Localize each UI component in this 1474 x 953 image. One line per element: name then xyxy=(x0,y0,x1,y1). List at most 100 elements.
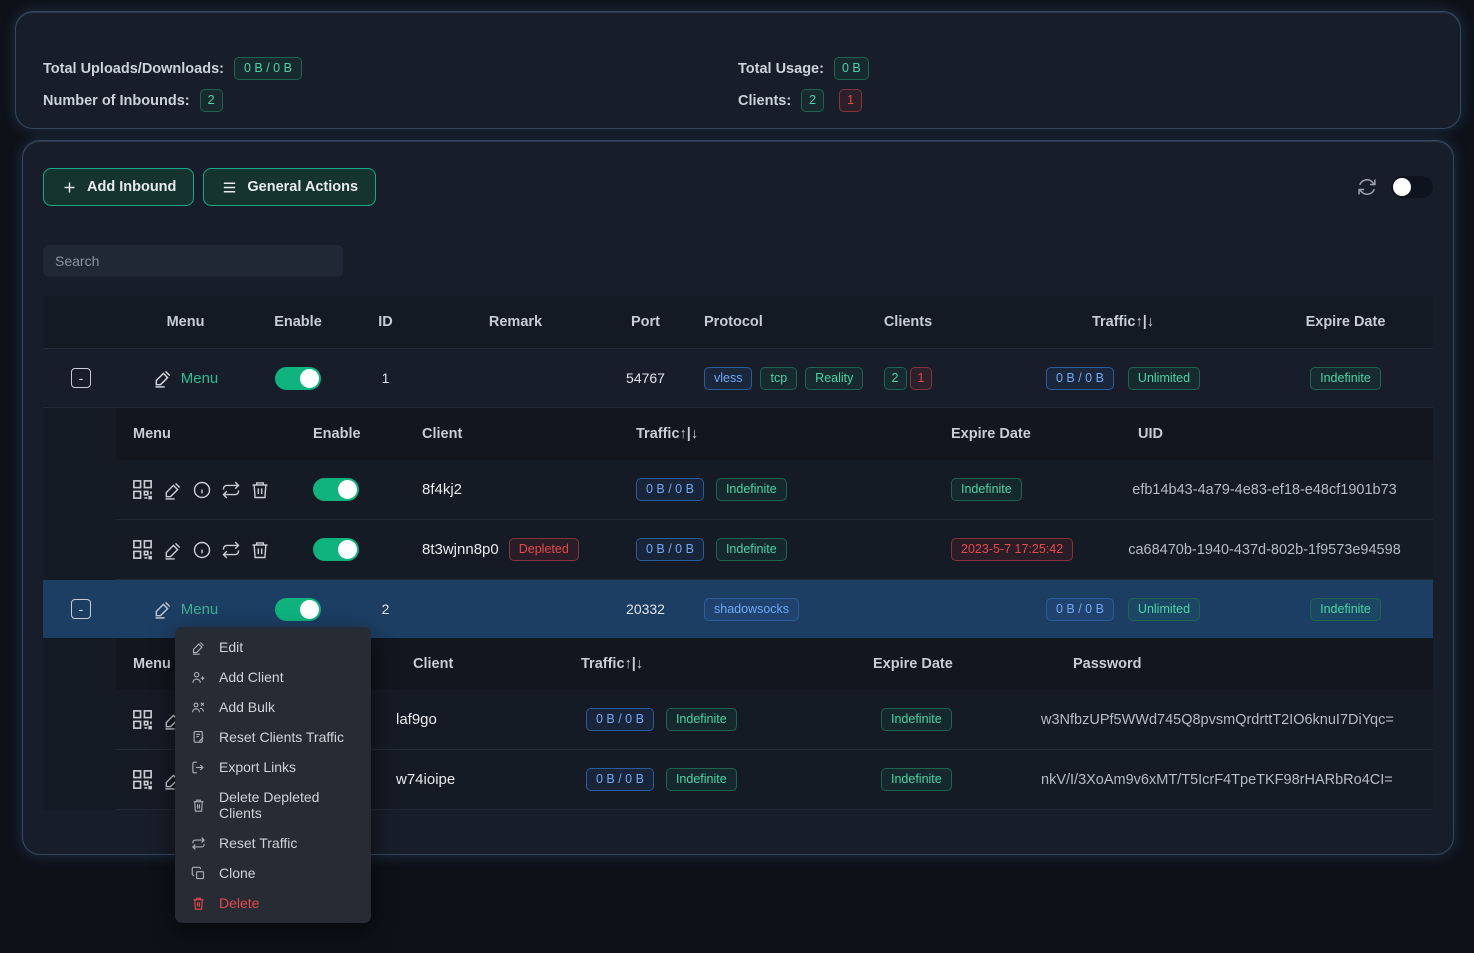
menu-item-export-links[interactable]: Export Links xyxy=(175,752,371,782)
general-actions-button[interactable]: General Actions xyxy=(203,168,376,206)
traffic-tag: 0 B / 0 B xyxy=(586,708,654,731)
header-menu: Menu xyxy=(116,426,301,442)
menu-item-delete[interactable]: Delete xyxy=(175,888,371,918)
qrcode-icon[interactable] xyxy=(131,708,154,731)
traffic-limit-tag: Indefinite xyxy=(666,708,737,731)
reset-traffic-icon[interactable] xyxy=(221,540,241,560)
search-input[interactable] xyxy=(43,245,343,277)
delete-client-icon[interactable] xyxy=(250,480,270,500)
client-traffic: 0 B / 0 B Indefinite xyxy=(606,478,896,501)
clients-table-1-header: Menu Enable Client Traffic↑|↓ Expire Dat… xyxy=(116,408,1433,460)
expire-tag: Indefinite xyxy=(1310,367,1381,390)
user-add-icon xyxy=(191,670,206,685)
traffic-tag: 0 B / 0 B xyxy=(636,478,704,501)
client-uid: ca68470b-1940-437d-802b-1f9573e94598 xyxy=(1096,542,1433,558)
inbound-1-clients-table: Menu Enable Client Traffic↑|↓ Expire Dat… xyxy=(43,408,1433,580)
header-enable: Enable xyxy=(253,314,343,330)
header-traffic[interactable]: Traffic↑|↓ xyxy=(551,656,841,672)
menu-label: Menu xyxy=(181,601,219,618)
stat-number-inbounds-value: 2 xyxy=(200,89,223,112)
protocol-tag: tcp xyxy=(760,367,797,390)
edit-client-icon[interactable] xyxy=(163,540,183,560)
expire-tag: Indefinite xyxy=(951,478,1022,501)
collapse-row-button[interactable]: - xyxy=(71,599,91,619)
menu-item-reset-clients-traffic[interactable]: Reset Clients Traffic xyxy=(175,722,371,752)
toggle-knob xyxy=(1393,178,1411,196)
inbound-1-protocols: vless tcp Reality xyxy=(688,367,828,390)
inbound-1-clients: 2 1 xyxy=(828,367,988,390)
stat-total-usage: Total Usage: 0 B xyxy=(738,57,869,80)
file-reset-icon xyxy=(191,730,206,745)
inbounds-page: Total Uploads/Downloads: 0 B / 0 B Numbe… xyxy=(0,0,1474,953)
client-enable-toggle[interactable] xyxy=(313,478,359,501)
header-expire-date: Expire Date xyxy=(841,656,1041,672)
menu-item-clone[interactable]: Clone xyxy=(175,858,371,888)
client-expire: Indefinite xyxy=(841,708,1041,731)
header-client: Client xyxy=(381,656,551,672)
traffic-tag: 0 B / 0 B xyxy=(586,768,654,791)
client-name: w74ioipe xyxy=(381,771,551,788)
inbound-1-traffic: 0 B / 0 B Unlimited xyxy=(988,367,1258,390)
depleted-badge: Depleted xyxy=(509,538,579,561)
client-row: 8t3wjnn8p0 Depleted 0 B / 0 B Indefinite… xyxy=(116,520,1433,580)
stat-total-uploads-label: Total Uploads/Downloads: xyxy=(43,61,224,77)
add-inbound-button[interactable]: Add Inbound xyxy=(43,168,194,206)
traffic-limit-tag: Unlimited xyxy=(1128,598,1200,621)
toolbar: Add Inbound General Actions xyxy=(43,167,1433,207)
header-traffic[interactable]: Traffic↑|↓ xyxy=(606,426,896,442)
inbound-2-menu-button[interactable]: Menu xyxy=(118,599,253,619)
header-id: ID xyxy=(343,314,428,330)
client-name: 8t3wjnn8p0 xyxy=(422,541,499,558)
client-name: laf9go xyxy=(381,711,551,728)
collapse-row-button[interactable]: - xyxy=(71,368,91,388)
menu-item-add-bulk[interactable]: Add Bulk xyxy=(175,692,371,722)
toolbar-right xyxy=(1357,176,1433,198)
client-expire: 2023-5-7 17:25:42 xyxy=(896,538,1096,561)
menu-item-reset-traffic[interactable]: Reset Traffic xyxy=(175,828,371,858)
traffic-tag: 0 B / 0 B xyxy=(636,538,704,561)
reset-traffic-icon[interactable] xyxy=(221,480,241,500)
menu-item-edit[interactable]: Edit xyxy=(175,632,371,662)
expire-tag: Indefinite xyxy=(881,708,952,731)
copy-icon xyxy=(191,866,206,881)
client-expire: Indefinite xyxy=(896,478,1096,501)
info-icon[interactable] xyxy=(192,540,212,560)
stat-number-inbounds-label: Number of Inbounds: xyxy=(43,93,190,109)
menu-item-add-client[interactable]: Add Client xyxy=(175,662,371,692)
dark-mode-toggle[interactable] xyxy=(1391,176,1433,198)
header-traffic[interactable]: Traffic↑|↓ xyxy=(988,314,1258,330)
info-icon[interactable] xyxy=(192,480,212,500)
refresh-icon[interactable] xyxy=(1357,177,1377,197)
client-enable-toggle[interactable] xyxy=(313,538,359,561)
inbound-1-id: 1 xyxy=(343,370,428,386)
stat-clients-depleted: 1 xyxy=(839,89,862,112)
pencil-icon xyxy=(191,640,206,655)
qrcode-icon[interactable] xyxy=(131,478,154,501)
inbound-1-expire: Indefinite xyxy=(1258,367,1433,390)
edit-client-icon[interactable] xyxy=(163,480,183,500)
client-actions xyxy=(116,538,301,561)
add-inbound-label: Add Inbound xyxy=(87,179,176,195)
menu-item-delete-depleted-clients[interactable]: Delete Depleted Clients xyxy=(175,782,371,828)
inbound-1-menu-button[interactable]: Menu xyxy=(118,368,253,388)
inbound-1-enable-toggle[interactable] xyxy=(275,367,321,390)
inbound-context-menu: Edit Add Client Add Bulk Reset Clients T… xyxy=(175,627,371,923)
traffic-tag: 0 B / 0 B xyxy=(1046,598,1114,621)
header-uid: UID xyxy=(1096,426,1433,442)
stat-total-uploads: Total Uploads/Downloads: 0 B / 0 B xyxy=(43,57,302,80)
delete-client-icon[interactable] xyxy=(250,540,270,560)
trash-icon xyxy=(191,896,206,911)
stat-number-inbounds: Number of Inbounds: 2 xyxy=(43,89,223,112)
traffic-limit-tag: Indefinite xyxy=(666,768,737,791)
qrcode-icon[interactable] xyxy=(131,538,154,561)
client-traffic: 0 B / 0 B Indefinite xyxy=(551,708,841,731)
inbound-2-enable-toggle[interactable] xyxy=(275,598,321,621)
expire-tag: Indefinite xyxy=(881,768,952,791)
stat-clients-label: Clients: xyxy=(738,93,791,109)
header-password: Password xyxy=(1041,656,1433,672)
stat-total-usage-value: 0 B xyxy=(834,57,869,80)
protocol-tag: vless xyxy=(704,367,752,390)
qrcode-icon[interactable] xyxy=(131,768,154,791)
repeat-icon xyxy=(191,836,206,851)
inbound-1-port: 54767 xyxy=(603,370,688,386)
